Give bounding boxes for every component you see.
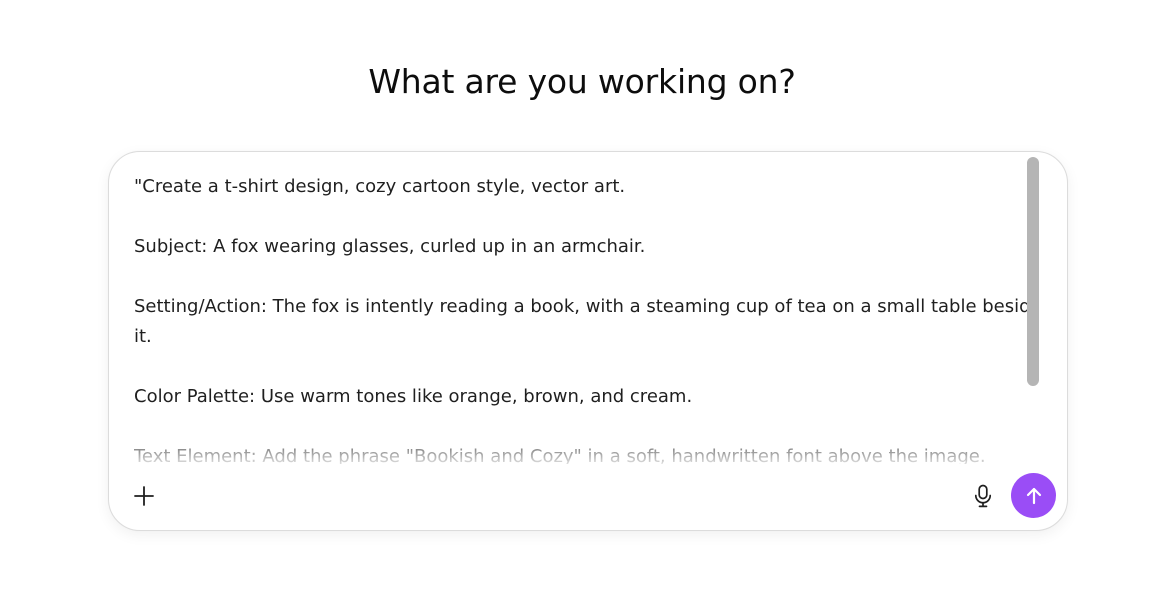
scrollbar-thumb[interactable] xyxy=(1027,157,1039,386)
prompt-line: it. xyxy=(134,326,152,347)
voice-input-button[interactable] xyxy=(966,479,1000,513)
arrow-up-icon xyxy=(1023,485,1045,507)
prompt-line xyxy=(134,412,1034,442)
prompt-composer[interactable]: "Create a t-shirt design, cozy cartoon s… xyxy=(108,151,1068,531)
add-attachment-button[interactable] xyxy=(127,479,161,513)
prompt-line: "Create a t-shirt design, cozy cartoon s… xyxy=(134,176,626,197)
prompt-line xyxy=(134,352,1034,382)
page-title: What are you working on? xyxy=(368,62,796,101)
microphone-icon xyxy=(966,479,1000,513)
plus-icon xyxy=(127,479,161,513)
prompt-line xyxy=(134,202,1034,232)
prompt-line: Color Palette: Use warm tones like orang… xyxy=(134,386,693,407)
prompt-line: Text Element: Add the phrase "Bookish an… xyxy=(134,446,986,464)
prompt-textarea[interactable]: "Create a t-shirt design, cozy cartoon s… xyxy=(134,172,1034,464)
send-button[interactable] xyxy=(1011,473,1056,518)
prompt-line xyxy=(134,262,1034,292)
prompt-line: Subject: A fox wearing glasses, curled u… xyxy=(134,236,646,257)
page: What are you working on? "Create a t-shi… xyxy=(0,0,1164,614)
prompt-line: Setting/Action: The fox is intently read… xyxy=(134,296,1034,317)
